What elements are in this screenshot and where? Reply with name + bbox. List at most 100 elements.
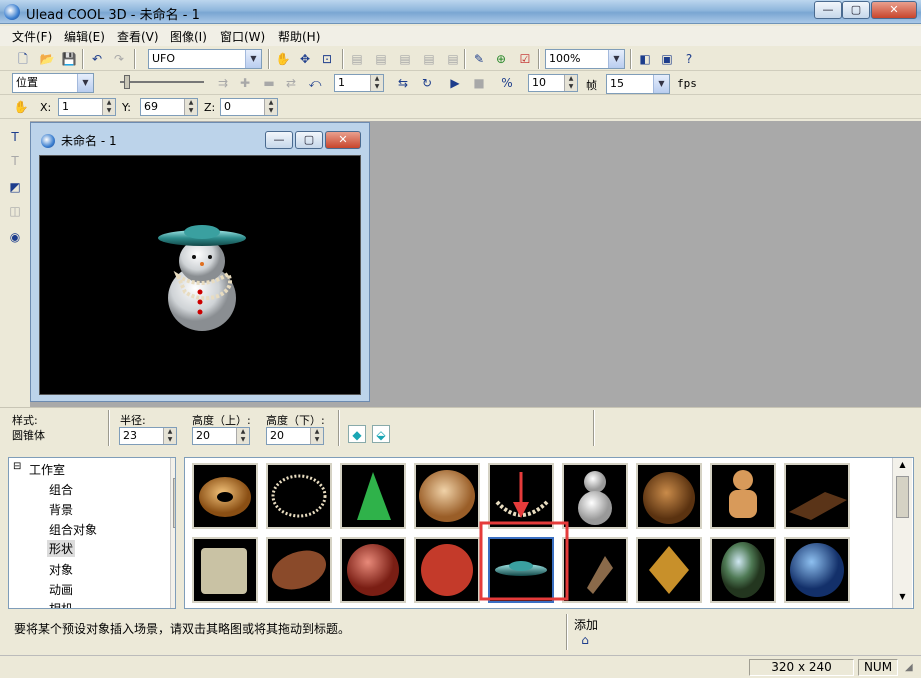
chevron-down-icon[interactable]: ▼ bbox=[608, 50, 624, 68]
tree-item-camera[interactable]: 相机 bbox=[49, 600, 73, 608]
check-box-icon[interactable]: ☑ bbox=[516, 50, 534, 68]
zoom-value: 100% bbox=[549, 52, 581, 65]
hint-text: 要将某个预设对象插入场景，请双击其略图或将其拖动到标题。 bbox=[14, 622, 351, 636]
doc-maximize-button[interactable]: ▢ bbox=[295, 131, 323, 149]
spin-arrows-icon[interactable]: ▲ ▼ bbox=[310, 428, 323, 444]
undo-icon[interactable]: ↶ bbox=[88, 50, 106, 68]
scroll-down-icon[interactable]: ▼ bbox=[896, 592, 909, 605]
button bbox=[197, 299, 203, 305]
image-export-icon[interactable]: ▣ bbox=[658, 50, 676, 68]
tree-item-shape[interactable]: 形状 bbox=[47, 540, 76, 557]
x-input[interactable]: 1 ▲ ▼ bbox=[58, 98, 116, 116]
hand-icon[interactable]: ✋ bbox=[12, 98, 30, 116]
hand-move-icon[interactable]: ✥ bbox=[296, 50, 314, 68]
thumb-ring[interactable] bbox=[266, 463, 332, 529]
wand-icon[interactable]: ✎ bbox=[470, 50, 488, 68]
spin-arrows-icon[interactable]: ▲ ▼ bbox=[184, 99, 197, 115]
spin-arrows-icon[interactable]: ▲ ▼ bbox=[370, 75, 383, 91]
spin-arrows-icon[interactable]: ▲ ▼ bbox=[102, 99, 115, 115]
stop-icon: ■ bbox=[473, 76, 485, 90]
radius-input[interactable]: 23 ▲ ▼ bbox=[119, 427, 177, 445]
spin-arrows-icon[interactable]: ▲ ▼ bbox=[236, 428, 249, 444]
separator bbox=[342, 49, 344, 69]
globe-icon[interactable]: ⊕ bbox=[492, 50, 510, 68]
doc-close-button[interactable]: ✕ bbox=[325, 131, 361, 149]
hand-rotate-icon[interactable]: ✋ bbox=[274, 50, 292, 68]
chevron-down-icon[interactable]: ▼ bbox=[245, 50, 261, 68]
spin-arrows-icon[interactable]: ▲ ▼ bbox=[163, 428, 176, 444]
snowman-scene bbox=[158, 225, 246, 331]
close-button[interactable]: ✕ bbox=[871, 1, 917, 19]
shape-insert-icon[interactable]: ◩ bbox=[6, 178, 24, 196]
thumb-shell[interactable] bbox=[562, 537, 628, 603]
spin-arrows-icon[interactable]: ▲ ▼ bbox=[564, 75, 577, 91]
app-icon[interactable] bbox=[4, 4, 20, 20]
object-icon[interactable]: ◉ bbox=[6, 228, 24, 246]
save-icon[interactable]: 💾 bbox=[60, 50, 78, 68]
tree-item-animation[interactable]: 动画 bbox=[49, 581, 73, 598]
properties-bar: 样式: 圆锥体 半径: 23 ▲ ▼ 高度（上）: 20 ▲ ▼ 高度（下）: 20 ▲ ▼… bbox=[0, 407, 921, 449]
menu-edit[interactable]: 编辑(E) bbox=[64, 28, 105, 45]
zoom-select[interactable]: 100% ▼ bbox=[545, 49, 625, 69]
resize-grip-icon[interactable]: ◢ bbox=[905, 662, 913, 673]
z-input[interactable]: 0 ▲ ▼ bbox=[220, 98, 278, 116]
shape-down-icon[interactable]: ⬙ bbox=[372, 425, 390, 443]
menu-window[interactable]: 窗口(W) bbox=[220, 28, 265, 45]
scrollbar-thumb[interactable] bbox=[173, 478, 175, 528]
tree-item-group[interactable]: 组合 bbox=[49, 481, 73, 498]
donut-hole bbox=[217, 492, 233, 502]
frame-spinner[interactable]: 1 ▲ ▼ bbox=[334, 74, 384, 92]
render-canvas[interactable] bbox=[39, 155, 361, 395]
chevron-down-icon[interactable]: ▼ bbox=[653, 75, 669, 93]
text-insert-icon[interactable]: T bbox=[6, 128, 24, 146]
layer-icon: ▤ bbox=[351, 52, 363, 66]
separator bbox=[630, 49, 632, 69]
gingerbread-art bbox=[733, 470, 753, 490]
tree-item-group-object[interactable]: 组合对象 bbox=[49, 521, 97, 538]
menu-view[interactable]: 查看(V) bbox=[117, 28, 159, 45]
menu-file[interactable]: 文件(F) bbox=[12, 28, 52, 45]
doc-minimize-button[interactable]: — bbox=[265, 131, 293, 149]
tree-collapse-icon[interactable]: ⊟ bbox=[13, 461, 21, 472]
loop-icon[interactable]: ⇆ bbox=[394, 74, 412, 92]
height-bottom-input[interactable]: 20 ▲ ▼ bbox=[266, 427, 324, 445]
tree-item-object[interactable]: 对象 bbox=[49, 561, 73, 578]
rewind-icon[interactable]: ⤺ bbox=[306, 74, 324, 92]
thumb-chocolate[interactable] bbox=[784, 463, 850, 529]
y-input[interactable]: 69 ▲ ▼ bbox=[140, 98, 198, 116]
export-icon[interactable]: ◧ bbox=[636, 50, 654, 68]
tree-scrollbar[interactable] bbox=[170, 458, 175, 608]
frames-spinner[interactable]: 10 ▲ ▼ bbox=[528, 74, 578, 92]
gallery-scrollbar[interactable]: ▲ ▼ bbox=[892, 458, 912, 608]
scrollbar-thumb[interactable] bbox=[896, 476, 909, 518]
slider-thumb[interactable] bbox=[124, 75, 130, 89]
add-button[interactable]: 添加 ⌂ bbox=[572, 615, 612, 649]
window-title: Ulead COOL 3D - 未命名 - 1 bbox=[26, 8, 200, 23]
menu-help[interactable]: 帮助(H) bbox=[278, 28, 320, 45]
open-folder-icon[interactable]: 📂 bbox=[38, 50, 56, 68]
help-pointer-icon[interactable]: ? bbox=[680, 50, 698, 68]
y-label: Y: bbox=[122, 101, 131, 114]
document-window[interactable]: 未命名 - 1 — ▢ ✕ bbox=[30, 122, 370, 402]
maximize-button[interactable]: ▢ bbox=[842, 1, 870, 19]
new-file-icon[interactable]: 🗋 bbox=[14, 50, 32, 68]
timeline-slider[interactable] bbox=[110, 75, 206, 91]
tree-item-background[interactable]: 背景 bbox=[49, 501, 73, 518]
spin-arrows-icon[interactable]: ▲ ▼ bbox=[264, 99, 277, 115]
percent-icon[interactable]: % bbox=[498, 74, 516, 92]
shape-up-icon[interactable]: ◆ bbox=[348, 425, 366, 443]
tree-root[interactable]: 工作室 bbox=[29, 461, 65, 478]
chevron-down-icon[interactable]: ▼ bbox=[77, 74, 93, 92]
object-select[interactable]: UFO ▼ bbox=[148, 49, 262, 69]
fps-select[interactable]: 15 ▼ bbox=[606, 74, 670, 94]
menu-image[interactable]: 图像(I) bbox=[170, 28, 207, 45]
scroll-up-icon[interactable]: ▲ bbox=[896, 460, 909, 473]
fit-view-icon[interactable]: ⊡ bbox=[318, 50, 336, 68]
play-icon[interactable]: ▶ bbox=[446, 74, 464, 92]
minimize-button[interactable]: — bbox=[814, 1, 842, 19]
slider-track bbox=[120, 81, 204, 83]
repeat-icon[interactable]: ↻ bbox=[418, 74, 436, 92]
gingerbread-art bbox=[729, 490, 757, 518]
height-top-input[interactable]: 20 ▲ ▼ bbox=[192, 427, 250, 445]
attribute-select[interactable]: 位置 ▼ bbox=[12, 73, 94, 93]
